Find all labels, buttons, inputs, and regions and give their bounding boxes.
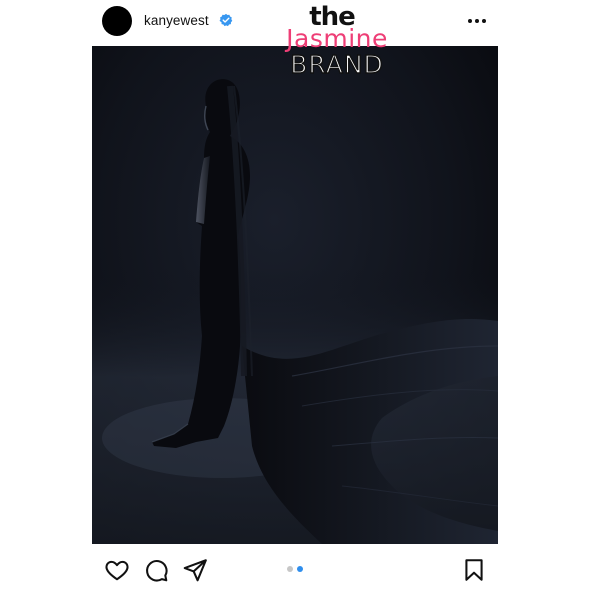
carousel-dot-2-active[interactable] (297, 566, 303, 572)
bookmark-icon[interactable] (461, 557, 487, 583)
watermark-brand: BRAND (290, 49, 384, 79)
comment-icon[interactable] (143, 557, 169, 583)
carousel-indicator (284, 566, 308, 574)
send-icon[interactable] (182, 557, 208, 583)
post-photo-art (92, 46, 498, 544)
post-actions-bar (0, 548, 590, 590)
carousel-dot-1[interactable] (287, 566, 293, 572)
username-link[interactable]: kanyewest (144, 13, 209, 28)
more-options-icon[interactable] (466, 12, 488, 30)
heart-icon[interactable] (104, 557, 130, 583)
watermark-jasmine: Jasmine (286, 24, 388, 53)
watermark-logo: the Jasmine BRAND (262, 2, 412, 80)
avatar[interactable] (102, 6, 132, 36)
verified-badge-icon (219, 13, 233, 27)
post-image[interactable] (92, 46, 498, 544)
